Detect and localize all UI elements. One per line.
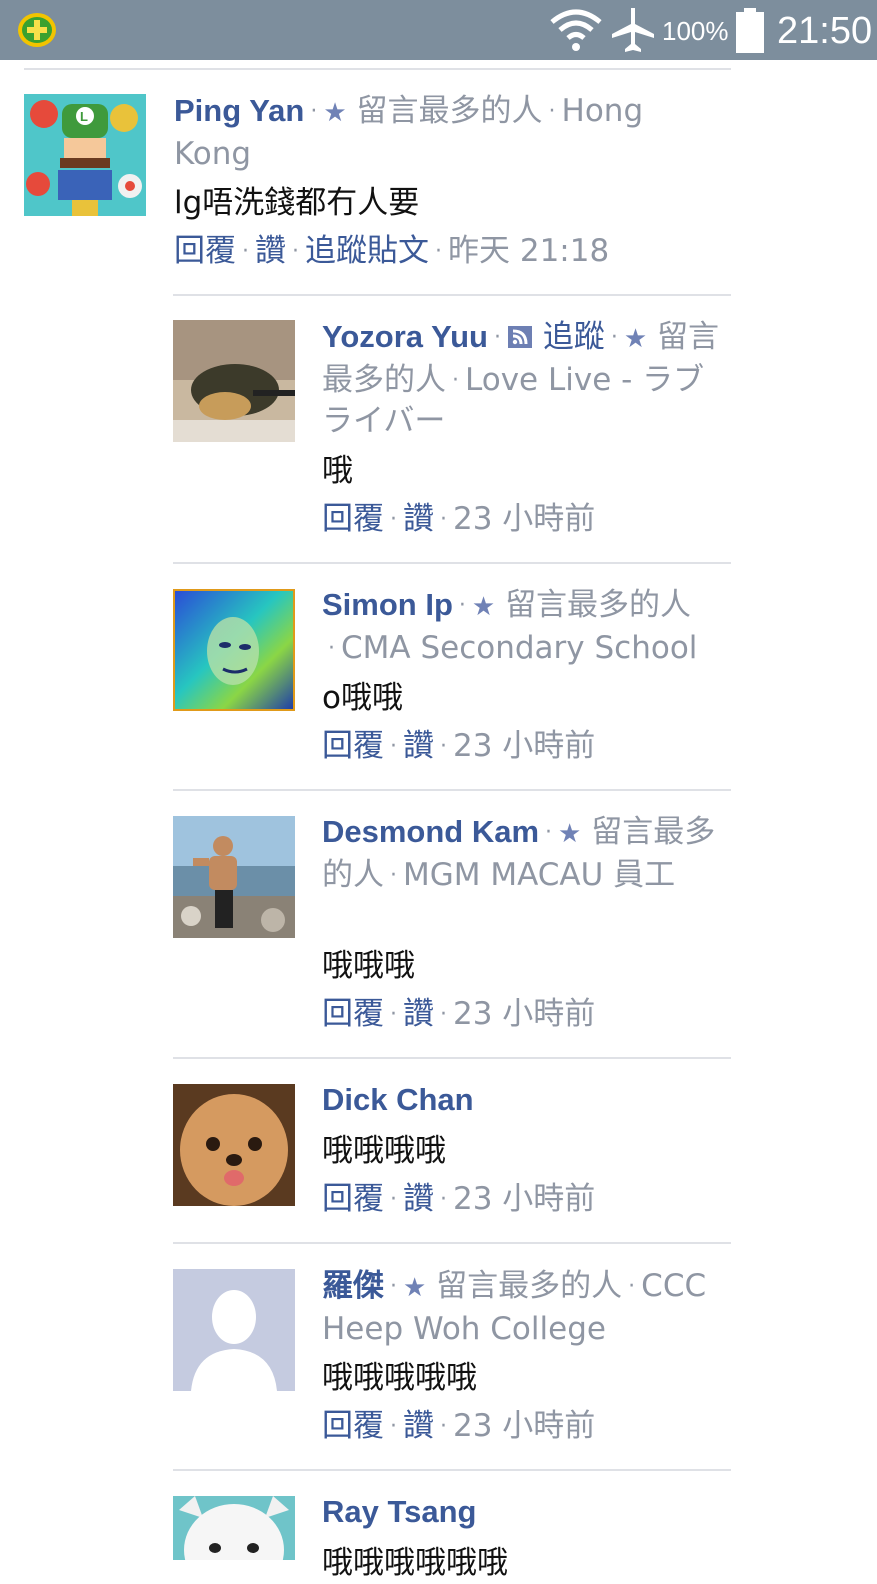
divider [173,789,731,791]
avatar[interactable]: L [24,94,146,216]
avatar[interactable] [173,320,295,442]
divider [173,1242,731,1244]
battery-icon [735,8,765,58]
wifi-icon [548,6,604,58]
divider [173,1057,731,1059]
svg-text:L: L [80,109,88,124]
battery-percent: 100% [662,16,729,46]
comment-header: Yozora Yuu · 追蹤 · ★ 留言最多的人 · Love Live - ラブライ… [322,319,719,439]
comment-text: 哦哦哦哦哦 [322,1360,477,1396]
status-bar: 100% 21:50 [0,0,877,60]
comment-text: 哦哦哦哦哦哦 [322,1545,508,1581]
top-commenter-badge: 留言最多的人 [356,93,543,129]
like-button[interactable]: 讚 [403,1181,434,1217]
like-button[interactable]: 讚 [403,996,434,1032]
star-icon: ★ [623,324,648,354]
timestamp: 23 小時前 [453,996,596,1032]
clock: 21:50 [777,10,873,52]
star-icon: ★ [403,1273,427,1303]
timestamp: 昨天 21:18 [448,233,610,269]
like-button[interactable]: 讚 [403,728,434,764]
comment-text: 哦 [322,453,353,489]
comment-actions: 回覆 · 讚 · 23 小時前 [322,1408,596,1444]
author-meta: MGM MACAU 員工 [403,857,676,893]
comment-actions: 回覆 · 讚 · 23 小時前 [322,996,596,1032]
app-notification-icon [17,12,57,48]
author-name[interactable]: Desmond Kam [322,814,539,849]
author-name[interactable]: Ray Tsang [322,1494,476,1529]
avatar[interactable] [173,816,295,938]
divider [173,562,731,564]
reply-button[interactable]: 回覆 [322,728,384,764]
airplane-mode-icon [610,6,656,58]
follow-post-button[interactable]: 追蹤貼文 [305,233,429,269]
timestamp: 23 小時前 [453,1408,596,1444]
reply-button[interactable]: 回覆 [322,1181,384,1217]
reply-button[interactable]: 回覆 [322,996,384,1032]
follow-button[interactable]: 追蹤 [543,319,605,355]
divider [24,68,731,70]
comment-text: 哦哦哦 [322,948,415,984]
like-button[interactable]: 讚 [403,1408,434,1444]
star-icon: ★ [471,592,496,622]
comment-actions: 回覆 · 讚 · 23 小時前 [322,1181,596,1217]
divider [173,294,731,296]
top-commenter-badge: 留言最多的人 [436,1268,623,1304]
timestamp: 23 小時前 [453,501,596,537]
timestamp: 23 小時前 [453,728,596,764]
rss-icon [507,319,533,355]
author-name[interactable]: Ping Yan [174,93,304,128]
comment-header: Ray Tsang [322,1491,732,1533]
comment-actions: 回覆 · 讚 · 追蹤貼文 · 昨天 21:18 [174,233,610,269]
top-commenter-badge: 留言最多的人 [505,587,692,623]
like-button[interactable]: 讚 [403,501,434,537]
comment-header: 羅傑 · ★ 留言最多的人 · CCC Heep Woh College [322,1268,707,1347]
author-name[interactable]: 羅傑 [322,1268,384,1303]
comment-header: Dick Chan [322,1079,732,1121]
reply-button[interactable]: 回覆 [174,233,236,269]
comment-text: lg唔洗錢都冇人要 [174,185,420,221]
avatar[interactable] [173,1496,295,1560]
comment-text: 哦哦哦哦 [322,1133,446,1169]
comment-header: Simon Ip · ★ 留言最多的人· CMA Secondary School [322,587,698,666]
author-meta: CMA Secondary School [341,630,698,666]
avatar[interactable] [173,1084,295,1206]
avatar[interactable] [173,589,295,711]
like-button[interactable]: 讚 [255,233,286,269]
author-name[interactable]: Simon Ip [322,587,453,622]
avatar[interactable] [173,1269,295,1391]
author-name[interactable]: Dick Chan [322,1082,474,1117]
reply-button[interactable]: 回覆 [322,1408,384,1444]
comment-actions: 回覆 · 讚 · 23 小時前 [322,728,596,764]
divider [173,1469,731,1471]
comment-text: o哦哦 [322,680,403,716]
comment-actions: 回覆 · 讚 · 23 小時前 [322,501,596,537]
comment-header: Ping Yan · ★ 留言最多的人 · Hong Kong [174,93,644,172]
comment-header: Desmond Kam · ★ 留言最多的人 · MGM MACAU 員工 [322,814,716,893]
reply-button[interactable]: 回覆 [322,501,384,537]
timestamp: 23 小時前 [453,1181,596,1217]
star-icon: ★ [323,98,347,128]
author-name[interactable]: Yozora Yuu [322,319,488,354]
star-icon: ★ [558,819,582,849]
